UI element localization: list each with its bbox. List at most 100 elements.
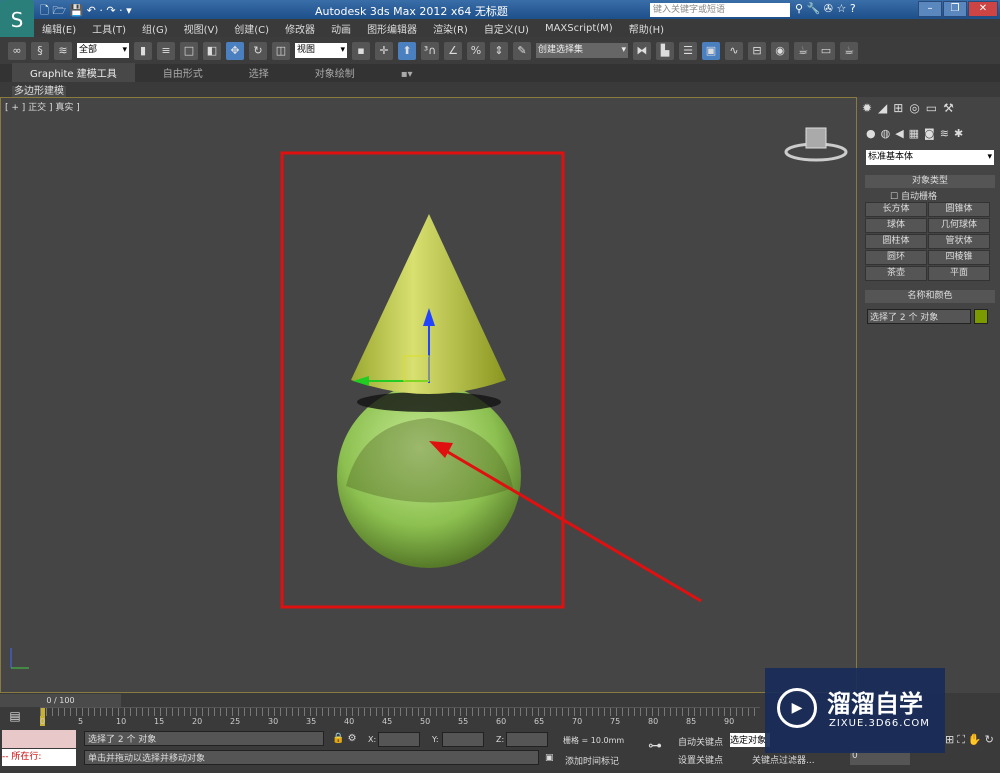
bind-space-warp-icon[interactable]: ≋ xyxy=(54,41,72,60)
track-bar-icon[interactable]: ▤ xyxy=(0,709,30,729)
script-line[interactable]: -- 所在行: xyxy=(2,749,76,766)
select-object-icon[interactable]: ▮ xyxy=(134,41,152,60)
rollout-title: 对象类型 xyxy=(911,176,948,186)
tick-label: 30 xyxy=(268,717,279,726)
set-key-button[interactable]: 设置关键点 xyxy=(678,753,723,766)
rect-selection-icon[interactable]: □ xyxy=(180,41,198,60)
lock-selection-icon[interactable]: 🔒 ⚙ xyxy=(332,733,357,744)
time-slider[interactable]: 0 / 100 xyxy=(0,694,121,707)
teapot-button[interactable]: 茶壶 xyxy=(865,266,927,281)
graphite-toggle-icon[interactable]: ▣ xyxy=(702,41,720,60)
menu-edit[interactable]: 编辑(E) xyxy=(42,21,76,36)
search-input[interactable]: 键入关键字或短语 xyxy=(650,3,790,17)
tab-object-paint[interactable]: 对象绘制 xyxy=(297,63,373,82)
snaps-toggle-icon[interactable]: ³∩ xyxy=(421,41,439,60)
manipulate-icon[interactable]: ✛ xyxy=(375,41,393,60)
current-frame-field[interactable]: 0 xyxy=(850,751,910,765)
autogrid-checkbox[interactable]: ☐ 自动栅格 xyxy=(890,189,937,202)
close-button[interactable]: ✕ xyxy=(968,1,998,17)
select-by-name-icon[interactable]: ≡ xyxy=(157,41,175,60)
cylinder-button[interactable]: 圆柱体 xyxy=(865,234,927,249)
x-coord-field[interactable] xyxy=(378,732,420,747)
percent-snap-icon[interactable]: % xyxy=(467,41,485,60)
object-type-rollout[interactable]: 对象类型 xyxy=(865,175,995,188)
render-setup-icon[interactable]: ☕ xyxy=(794,41,812,60)
menu-help[interactable]: 帮助(H) xyxy=(629,21,664,36)
geosphere-button[interactable]: 几何球体 xyxy=(928,218,990,233)
app-logo-icon[interactable]: S xyxy=(0,0,34,40)
menu-views[interactable]: 视图(V) xyxy=(184,21,219,36)
menu-maxscript[interactable]: MAXScript(M) xyxy=(545,23,613,34)
material-editor-icon[interactable]: ◉ xyxy=(771,41,789,60)
select-scale-icon[interactable]: ◫ xyxy=(272,41,290,60)
tube-button[interactable]: 管状体 xyxy=(928,234,990,249)
tab-freeform[interactable]: 自由形式 xyxy=(145,63,221,82)
ribbon-options-icon[interactable]: ▪▾ xyxy=(383,67,431,82)
pyramid-button[interactable]: 四棱锥 xyxy=(928,250,990,265)
rendered-frame-icon[interactable]: ▭ xyxy=(817,41,835,60)
tick-label: 25 xyxy=(230,717,241,726)
tab-graphite[interactable]: Graphite 建模工具 xyxy=(12,63,135,82)
menu-modifiers[interactable]: 修改器 xyxy=(285,21,315,36)
link-icon[interactable]: ∞ xyxy=(8,41,26,60)
key-filters-button[interactable]: 关键点过滤器... xyxy=(752,753,815,766)
viewport-front[interactable]: [ + ] 正交 ] 真实 ] xyxy=(0,97,857,693)
minimize-button[interactable]: – xyxy=(918,1,942,17)
named-selection-dropdown[interactable]: 创建选择集 xyxy=(536,43,628,58)
polygon-modeling-button[interactable]: 多边形建模 xyxy=(12,86,66,97)
ribbon-tabs: Graphite 建模工具 自由形式 选择 对象绘制 ▪▾ xyxy=(0,63,1000,82)
box-button[interactable]: 长方体 xyxy=(865,202,927,217)
menu-animation[interactable]: 动画 xyxy=(331,21,351,36)
create-categories[interactable]: ●◍◀▦◙≋✱ xyxy=(866,127,968,140)
watermark-logo: ▶ 溜溜自学 ZIXUE.3D66.COM xyxy=(765,668,945,753)
object-color-swatch[interactable] xyxy=(974,309,988,324)
info-center-icons[interactable]: ⚲ 🔧 ✇ ☆ ? xyxy=(795,2,856,15)
track-bar[interactable]: 0 5 10 15 20 25 30 35 40 45 50 55 60 65 70 75 80 85 90 xyxy=(40,707,760,729)
tick-label: 35 xyxy=(306,717,317,726)
selection-filter-dropdown[interactable]: 全部 xyxy=(77,43,129,58)
align-icon[interactable]: ▙ xyxy=(656,41,674,60)
layer-manager-icon[interactable]: ☰ xyxy=(679,41,697,60)
pivot-center-icon[interactable]: ▪ xyxy=(352,41,370,60)
reference-coord-dropdown[interactable]: 视图 xyxy=(295,43,347,58)
add-time-tag[interactable]: 添加时间标记 xyxy=(565,754,619,767)
plane-button[interactable]: 平面 xyxy=(928,266,990,281)
name-color-rollout[interactable]: 名称和颜色 xyxy=(865,290,995,303)
menu-rendering[interactable]: 渲染(R) xyxy=(433,21,468,36)
z-coord-field[interactable] xyxy=(506,732,548,747)
set-key-icon[interactable]: ⊶ xyxy=(648,738,662,754)
edit-named-selection-icon[interactable]: ✎ xyxy=(513,41,531,60)
auto-key-button[interactable]: 自动关键点 xyxy=(678,735,723,748)
object-name-field[interactable]: 选择了 2 个 对象 xyxy=(867,309,971,324)
sphere-button[interactable]: 球体 xyxy=(865,218,927,233)
mirror-icon[interactable]: ⧓ xyxy=(633,41,651,60)
window-crossing-icon[interactable]: ◧ xyxy=(203,41,221,60)
unlink-icon[interactable]: § xyxy=(31,41,49,60)
y-coord-field[interactable] xyxy=(442,732,484,747)
keyboard-shortcut-override-icon[interactable]: ⬆ xyxy=(398,41,416,60)
render-production-icon[interactable]: ☕ xyxy=(840,41,858,60)
tab-selection[interactable]: 选择 xyxy=(231,63,287,82)
maximize-button[interactable]: ❐ xyxy=(943,1,967,17)
menu-graph-editors[interactable]: 图形编辑器 xyxy=(367,21,417,36)
key-mode-dropdown[interactable]: 选定对象 xyxy=(730,733,770,747)
torus-button[interactable]: 圆环 xyxy=(865,250,927,265)
panel-tabs[interactable]: ✹◢⊞◎▭⚒ xyxy=(862,101,960,115)
curve-editor-icon[interactable]: ∿ xyxy=(725,41,743,60)
world-axis-icon xyxy=(10,648,29,669)
time-tag-icon[interactable]: ▣ xyxy=(545,753,554,763)
menu-tools[interactable]: 工具(T) xyxy=(92,21,126,36)
angle-snap-icon[interactable]: ∠ xyxy=(444,41,462,60)
primitive-type-dropdown[interactable]: 标准基本体 xyxy=(866,150,994,165)
schematic-view-icon[interactable]: ⊟ xyxy=(748,41,766,60)
maxscript-listener[interactable] xyxy=(2,730,76,748)
scene-canvas[interactable] xyxy=(1,98,858,694)
spinner-snap-icon[interactable]: ⇕ xyxy=(490,41,508,60)
menu-group[interactable]: 组(G) xyxy=(142,21,168,36)
select-move-icon[interactable]: ✥ xyxy=(226,41,244,60)
menu-create[interactable]: 创建(C) xyxy=(234,21,269,36)
cone-button[interactable]: 圆锥体 xyxy=(928,202,990,217)
viewport-nav-icons[interactable]: ⊞⛶✋↻ xyxy=(945,733,997,747)
menu-customize[interactable]: 自定义(U) xyxy=(484,21,529,36)
select-rotate-icon[interactable]: ↻ xyxy=(249,41,267,60)
